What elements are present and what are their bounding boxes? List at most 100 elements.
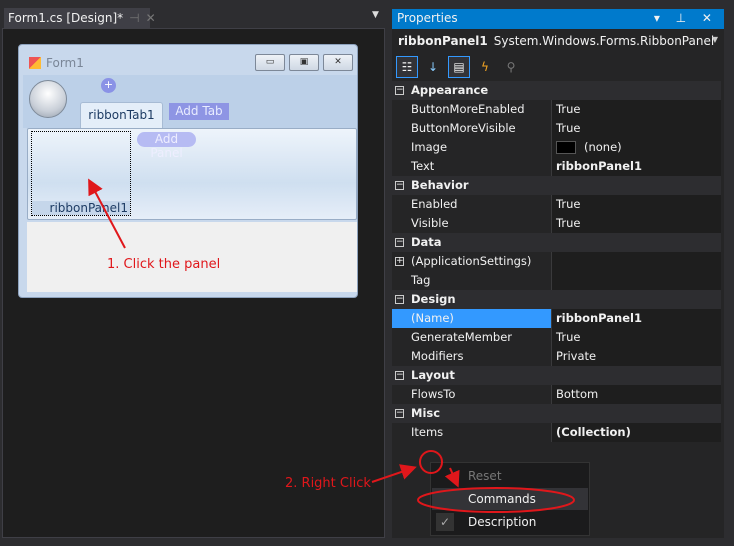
qat-add-button[interactable]: + <box>101 78 116 93</box>
property-row[interactable]: FlowsTo Bottom <box>392 385 721 404</box>
property-row[interactable]: GenerateMember True <box>392 328 721 347</box>
category-data[interactable]: − Data <box>392 233 721 252</box>
ribbon-tab[interactable]: ribbonTab1 <box>80 102 163 128</box>
property-value-text: True <box>556 330 581 344</box>
checkmark-icon: ✓ <box>436 513 454 531</box>
property-value[interactable]: (none) <box>552 138 721 157</box>
property-name: GenerateMember <box>411 330 513 344</box>
events-icon[interactable]: ϟ <box>474 56 496 78</box>
category-label: Appearance <box>411 83 489 97</box>
image-swatch <box>556 141 576 154</box>
property-value[interactable]: Bottom <box>552 385 721 404</box>
property-pages-icon[interactable]: ⚲ <box>500 56 522 78</box>
property-value-text: True <box>556 102 581 116</box>
property-name: Tag <box>411 273 431 287</box>
property-value[interactable]: True <box>552 214 721 233</box>
context-menu: Reset Commands ✓ Description <box>430 462 590 536</box>
property-row[interactable]: (Name) ribbonPanel1 <box>392 309 721 328</box>
category-label: Misc <box>411 406 441 420</box>
property-name: Modifiers <box>411 349 464 363</box>
property-row[interactable]: Enabled True <box>392 195 721 214</box>
close-button[interactable]: ✕ <box>323 54 353 71</box>
ribbon <box>23 75 357 128</box>
property-value-text: ribbonPanel1 <box>556 311 642 325</box>
property-row[interactable]: ButtonMoreEnabled True <box>392 100 721 119</box>
step1-annotation: 1. Click the panel <box>107 257 221 272</box>
property-row[interactable]: ButtonMoreVisible True <box>392 119 721 138</box>
ribbon-panel[interactable] <box>31 131 131 216</box>
property-name: Items <box>411 425 444 439</box>
category-label: Design <box>411 292 456 306</box>
property-name: (ApplicationSettings) <box>411 254 532 268</box>
add-tab-button[interactable]: Add Tab <box>169 103 229 120</box>
category-label: Data <box>411 235 442 249</box>
property-value[interactable]: Private <box>552 347 721 366</box>
expand-icon[interactable]: + <box>395 257 404 266</box>
ribbon-orb-button[interactable] <box>29 80 67 118</box>
maximize-button[interactable]: ▣ <box>289 54 319 71</box>
pin-icon[interactable]: ⊣ <box>129 11 139 25</box>
property-value[interactable]: (Collection) <box>552 423 721 442</box>
property-row[interactable]: Tag <box>392 271 721 290</box>
add-panel-button[interactable]: Add Panel <box>137 132 196 160</box>
property-name: Text <box>411 159 435 173</box>
menu-item-description[interactable]: ✓ Description <box>432 511 588 533</box>
collapse-icon[interactable]: − <box>395 295 404 304</box>
collapse-icon[interactable]: − <box>395 409 404 418</box>
property-name: FlowsTo <box>411 387 456 401</box>
property-value-text: ribbonPanel1 <box>556 159 642 173</box>
collapse-icon[interactable]: − <box>395 238 404 247</box>
property-name: Enabled <box>411 197 458 211</box>
property-value[interactable] <box>552 252 721 271</box>
menu-item-label: Reset <box>468 469 502 483</box>
category-label: Layout <box>411 368 455 382</box>
property-grid: − Appearance ButtonMoreEnabled True ButtonMo… <box>392 81 721 442</box>
category-layout[interactable]: − Layout <box>392 366 721 385</box>
property-name: ButtonMoreEnabled <box>411 102 525 116</box>
property-row[interactable]: Text ribbonPanel1 <box>392 157 721 176</box>
property-row[interactable]: Items (Collection) <box>392 423 721 442</box>
property-row[interactable]: + (ApplicationSettings) <box>392 252 721 271</box>
properties-toolbar: ☷ ↓ ▤ ϟ ⚲ <box>392 54 724 80</box>
property-value[interactable]: True <box>552 119 721 138</box>
property-value[interactable]: ribbonPanel1 <box>552 309 721 328</box>
alphabetical-icon[interactable]: ↓ <box>422 56 444 78</box>
chevron-down-icon[interactable]: ▼ <box>712 35 718 44</box>
property-value[interactable]: True <box>552 100 721 119</box>
collapse-icon[interactable]: − <box>395 371 404 380</box>
object-selector[interactable]: ribbonPanel1 System.Windows.Forms.RibbonP… <box>392 31 724 52</box>
categorized-icon[interactable]: ☷ <box>396 56 418 78</box>
category-behavior[interactable]: − Behavior <box>392 176 721 195</box>
collapse-icon[interactable]: − <box>395 181 404 190</box>
property-name: Image <box>411 140 448 154</box>
properties-title: Properties <box>397 11 458 25</box>
category-misc[interactable]: − Misc <box>392 404 721 423</box>
property-value-text: Private <box>556 349 597 363</box>
property-value[interactable] <box>552 271 721 290</box>
property-row[interactable]: Visible True <box>392 214 721 233</box>
close-icon[interactable]: ✕ <box>146 11 156 25</box>
property-value-text: True <box>556 197 581 211</box>
category-label: Behavior <box>411 178 469 192</box>
menu-item-commands[interactable]: Commands <box>432 488 588 510</box>
properties-icon[interactable]: ▤ <box>448 56 470 78</box>
property-value-text: (none) <box>584 140 622 154</box>
property-value[interactable]: True <box>552 328 721 347</box>
minimize-button[interactable]: ▭ <box>255 54 285 71</box>
category-design[interactable]: − Design <box>392 290 721 309</box>
property-value[interactable]: ribbonPanel1 <box>552 157 721 176</box>
category-appearance[interactable]: − Appearance <box>392 81 721 100</box>
menu-item-reset[interactable]: Reset <box>432 465 588 487</box>
window-buttons[interactable]: ▾ ⊥ ✕ <box>654 11 718 25</box>
property-value[interactable]: True <box>552 195 721 214</box>
collapse-icon[interactable]: − <box>395 86 404 95</box>
tab-list-dropdown-icon[interactable]: ▼ <box>372 10 379 20</box>
property-row[interactable]: Modifiers Private <box>392 347 721 366</box>
form-title: Form1 <box>46 56 84 70</box>
property-row[interactable]: Image (none) <box>392 138 721 157</box>
menu-item-label: Description <box>468 515 537 529</box>
property-value-text: True <box>556 121 581 135</box>
properties-title-bar: Properties ▾ ⊥ ✕ <box>392 9 724 29</box>
document-tab[interactable]: Form1.cs [Design]* ⊣ ✕ <box>4 8 156 29</box>
object-type: System.Windows.Forms.RibbonPanel <box>493 34 715 48</box>
